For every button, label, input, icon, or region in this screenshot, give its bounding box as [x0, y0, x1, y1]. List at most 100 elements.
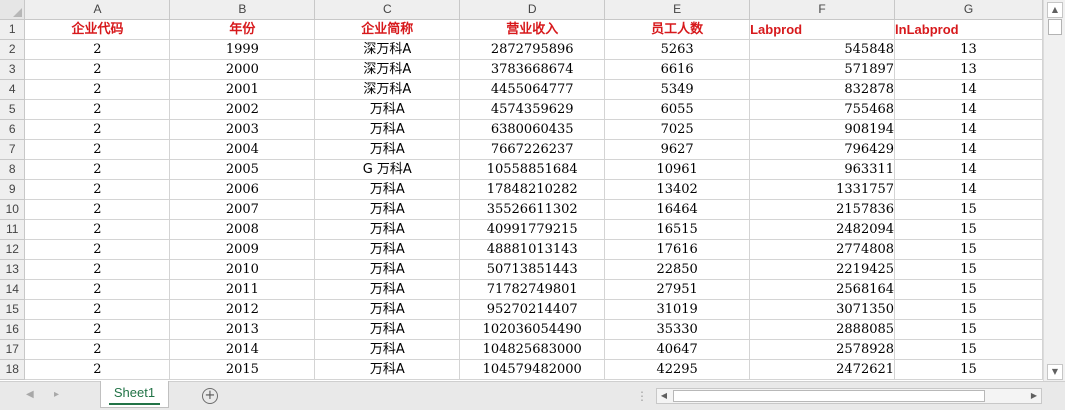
row-header[interactable]: 1 [0, 19, 26, 40]
row-header[interactable]: 16 [0, 319, 26, 340]
table-cell[interactable]: 17616 [604, 239, 751, 260]
row-header[interactable]: 5 [0, 99, 26, 120]
table-cell[interactable]: 万科A [314, 179, 461, 200]
scroll-down-icon[interactable]: ▼ [1047, 364, 1063, 380]
table-cell[interactable]: 2157836 [749, 199, 896, 220]
table-cell[interactable]: 2007 [169, 199, 316, 220]
table-cell[interactable]: 2 [24, 159, 171, 180]
row-header[interactable]: 6 [0, 119, 26, 140]
table-cell[interactable]: 2482094 [749, 219, 896, 240]
header-cell[interactable]: 员工人数 [604, 19, 751, 40]
table-cell[interactable]: 万科A [314, 259, 461, 280]
table-cell[interactable]: 5263 [604, 39, 751, 60]
table-cell[interactable]: 13 [894, 39, 1043, 60]
table-cell[interactable]: 15 [894, 219, 1043, 240]
table-cell[interactable]: 2001 [169, 79, 316, 100]
table-cell[interactable]: 27951 [604, 279, 751, 300]
table-cell[interactable]: 22850 [604, 259, 751, 280]
table-cell[interactable]: 万科A [314, 359, 461, 380]
table-cell[interactable]: 40991779215 [459, 219, 606, 240]
table-cell[interactable]: 2003 [169, 119, 316, 140]
table-cell[interactable]: 万科A [314, 239, 461, 260]
table-cell[interactable]: 14 [894, 179, 1043, 200]
table-cell[interactable]: G 万科A [314, 159, 461, 180]
table-cell[interactable]: 6380060435 [459, 119, 606, 140]
row-header[interactable]: 2 [0, 39, 26, 60]
table-cell[interactable]: 深万科A [314, 59, 461, 80]
table-cell[interactable]: 2472621 [749, 359, 896, 380]
table-cell[interactable]: 4574359629 [459, 99, 606, 120]
table-cell[interactable]: 15 [894, 279, 1043, 300]
table-cell[interactable]: 2 [24, 319, 171, 340]
table-cell[interactable]: 4455064777 [459, 79, 606, 100]
column-header-b[interactable]: B [169, 0, 316, 20]
table-cell[interactable]: 17848210282 [459, 179, 606, 200]
table-cell[interactable]: 15 [894, 339, 1043, 360]
horizontal-scroll-thumb[interactable] [673, 390, 985, 402]
prev-sheet-icon[interactable]: ◀ [26, 389, 34, 400]
table-cell[interactable]: 963311 [749, 159, 896, 180]
table-cell[interactable]: 102036054490 [459, 319, 606, 340]
table-cell[interactable]: 2005 [169, 159, 316, 180]
table-cell[interactable]: 9627 [604, 139, 751, 160]
table-cell[interactable]: 10961 [604, 159, 751, 180]
table-cell[interactable]: 15 [894, 259, 1043, 280]
table-cell[interactable]: 2219425 [749, 259, 896, 280]
table-cell[interactable]: 2006 [169, 179, 316, 200]
table-cell[interactable]: 万科A [314, 339, 461, 360]
table-cell[interactable]: 2 [24, 259, 171, 280]
table-cell[interactable]: 2 [24, 199, 171, 220]
row-header[interactable]: 18 [0, 359, 26, 380]
table-cell[interactable]: 2012 [169, 299, 316, 320]
table-cell[interactable]: 35330 [604, 319, 751, 340]
table-cell[interactable]: 2010 [169, 259, 316, 280]
table-cell[interactable]: 2568164 [749, 279, 896, 300]
table-cell[interactable]: 2 [24, 119, 171, 140]
column-header-c[interactable]: C [314, 0, 461, 20]
table-cell[interactable]: 2 [24, 279, 171, 300]
table-cell[interactable]: 13 [894, 59, 1043, 80]
table-cell[interactable]: 7025 [604, 119, 751, 140]
row-header[interactable]: 4 [0, 79, 26, 100]
spreadsheet-grid[interactable]: ABCDEFG 1 企业代码 年份 企业简称 营业收入 员工人数 Labprod lnLab… [0, 0, 1043, 380]
table-cell[interactable]: 万科A [314, 119, 461, 140]
table-cell[interactable]: 2 [24, 239, 171, 260]
table-cell[interactable]: 796429 [749, 139, 896, 160]
scroll-left-icon[interactable]: ◀ [657, 389, 671, 403]
table-cell[interactable]: 571897 [749, 59, 896, 80]
table-cell[interactable]: 31019 [604, 299, 751, 320]
table-cell[interactable]: 万科A [314, 99, 461, 120]
table-cell[interactable]: 2009 [169, 239, 316, 260]
header-cell[interactable]: 企业代码 [24, 19, 171, 40]
row-header[interactable]: 15 [0, 299, 26, 320]
table-cell[interactable]: 14 [894, 79, 1043, 100]
table-cell[interactable]: 5349 [604, 79, 751, 100]
table-cell[interactable]: 832878 [749, 79, 896, 100]
table-cell[interactable]: 95270214407 [459, 299, 606, 320]
table-cell[interactable]: 2 [24, 99, 171, 120]
splitter-handle-icon[interactable]: ⋮ [636, 389, 648, 403]
row-header[interactable]: 8 [0, 159, 26, 180]
table-cell[interactable]: 2 [24, 179, 171, 200]
table-cell[interactable]: 755468 [749, 99, 896, 120]
table-cell[interactable]: 2774808 [749, 239, 896, 260]
table-cell[interactable]: 2011 [169, 279, 316, 300]
table-cell[interactable]: 15 [894, 319, 1043, 340]
table-cell[interactable]: 15 [894, 299, 1043, 320]
sheet-tab-sheet1[interactable]: Sheet1 [100, 381, 169, 408]
table-cell[interactable]: 万科A [314, 319, 461, 340]
table-cell[interactable]: 万科A [314, 199, 461, 220]
row-header[interactable]: 11 [0, 219, 26, 240]
table-cell[interactable]: 万科A [314, 139, 461, 160]
header-cell[interactable]: lnLabprod [894, 19, 1043, 40]
row-header[interactable]: 10 [0, 199, 26, 220]
table-cell[interactable]: 104825683000 [459, 339, 606, 360]
table-cell[interactable]: 908194 [749, 119, 896, 140]
table-cell[interactable]: 2015 [169, 359, 316, 380]
table-cell[interactable]: 14 [894, 159, 1043, 180]
table-cell[interactable]: 1999 [169, 39, 316, 60]
table-cell[interactable]: 2 [24, 39, 171, 60]
table-cell[interactable]: 2 [24, 59, 171, 80]
scroll-right-icon[interactable]: ▶ [1027, 389, 1041, 403]
table-cell[interactable]: 1331757 [749, 179, 896, 200]
